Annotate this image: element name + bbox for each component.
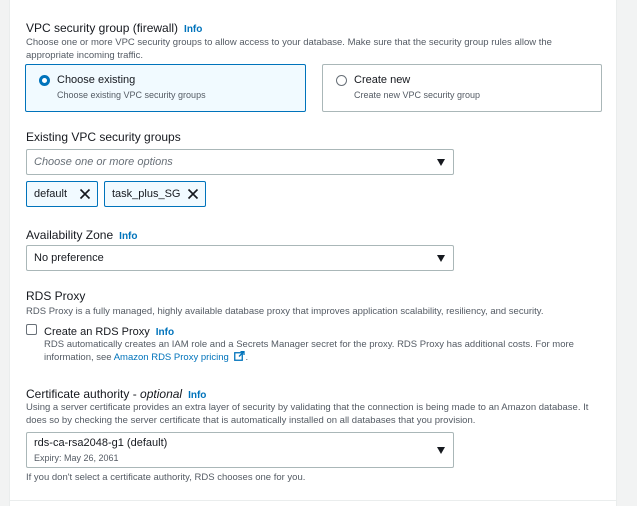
existing-groups-placeholder: Choose one or more options <box>34 156 173 168</box>
existing-groups-label: Existing VPC security groups <box>26 130 181 144</box>
certificate-info-link[interactable]: Info <box>188 390 206 401</box>
rds-proxy-checkbox-label[interactable]: Create an RDS Proxy <box>44 326 150 338</box>
settings-panel: VPC security group (firewall) Info Choose… <box>9 0 617 506</box>
availability-zone-label: Availability Zone <box>26 228 114 242</box>
security-group-info-link[interactable]: Info <box>184 24 202 35</box>
security-group-description: Choose one or more VPC security groups t… <box>26 37 552 61</box>
remove-task-plus-sg-icon[interactable] <box>187 188 199 200</box>
certificate-label: Certificate authority - <box>26 387 141 401</box>
token-default-label: default <box>34 188 68 200</box>
availability-zone-select[interactable]: No preference <box>26 245 454 271</box>
availability-zone-value: No preference <box>34 252 104 264</box>
external-link-icon[interactable] <box>234 350 246 361</box>
existing-groups-select[interactable]: Choose one or more options <box>26 149 454 175</box>
certificate-description: Using a server certificate provides an e… <box>26 402 589 426</box>
choose-existing-tile[interactable]: Choose existing Choose existing VPC secu… <box>25 64 306 112</box>
rds-proxy-checkbox[interactable] <box>26 324 37 335</box>
certificate-optional-label: optional <box>140 387 183 401</box>
certificate-value: rds-ca-rsa2048-g1 (default) <box>34 437 168 449</box>
rds-proxy-detail: RDS automatically creates an IAM role an… <box>44 338 594 364</box>
certificate-hint: If you don't select a certificate author… <box>26 472 306 483</box>
token-default: default <box>26 181 98 207</box>
caret-down-icon <box>437 159 445 166</box>
rds-proxy-title: RDS Proxy <box>26 289 86 303</box>
caret-down-icon <box>437 447 445 454</box>
remove-default-icon[interactable] <box>79 188 91 200</box>
section-divider <box>10 500 616 501</box>
create-new-radio[interactable] <box>336 75 347 86</box>
create-new-tile[interactable]: Create new Create new VPC security group <box>322 64 602 112</box>
caret-down-icon <box>437 255 445 262</box>
certificate-expiry: Expiry: May 26, 2061 <box>34 453 119 463</box>
token-task-plus-sg: task_plus_SG <box>104 181 206 207</box>
choose-existing-title: Choose existing <box>57 74 136 86</box>
certificate-select[interactable]: rds-ca-rsa2048-g1 (default) Expiry: May … <box>26 432 454 468</box>
choose-existing-subtitle: Choose existing VPC security groups <box>57 90 206 100</box>
availability-zone-info-link[interactable]: Info <box>119 231 137 242</box>
choose-existing-radio[interactable] <box>39 75 50 86</box>
create-new-subtitle: Create new VPC security group <box>354 90 481 100</box>
rds-proxy-pricing-link[interactable]: Amazon RDS Proxy pricing <box>114 352 229 363</box>
rds-proxy-detail-end: . <box>245 352 249 363</box>
rds-proxy-info-link[interactable]: Info <box>156 327 174 338</box>
create-new-title: Create new <box>354 74 411 86</box>
availability-zone-heading: Availability Zone Info <box>26 226 138 244</box>
security-group-heading: VPC security group (firewall) Info <box>26 19 202 37</box>
token-task-plus-sg-label: task_plus_SG <box>112 188 181 200</box>
security-group-title: VPC security group (firewall) <box>26 21 179 35</box>
rds-proxy-description: RDS Proxy is a fully managed, highly ava… <box>26 306 544 317</box>
